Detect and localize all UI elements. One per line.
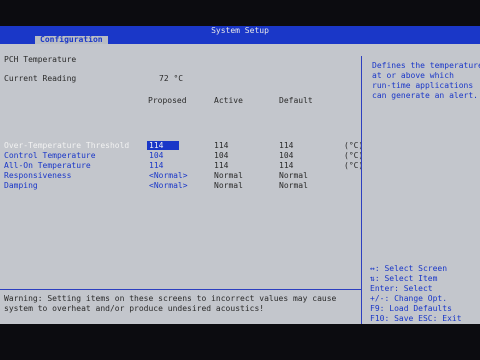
panel-divider [361,56,362,324]
help-line: Defines the temperature [372,61,480,70]
warning-divider [0,289,361,290]
warning-line-2: system to overheat and/or produce undesi… [4,304,265,313]
active-responsiveness: Normal [214,171,243,180]
title-bar: System Setup [0,26,480,35]
column-header-active: Active [214,96,243,105]
help-panel: Defines the temperature at or above whic… [372,61,480,101]
row-label-responsiveness[interactable]: Responsiveness [4,171,71,181]
default-control-temperature: 104 [279,151,294,160]
row-label-damping[interactable]: Damping [4,181,38,191]
key-change-option: +/-: Change Opt. [370,294,448,303]
row-label-control-temperature[interactable]: Control Temperature [4,151,96,161]
key-select-item: ⇅: Select Item [370,274,438,283]
tab-configuration[interactable]: Configuration [35,36,108,44]
active-all-on-temperature: 114 [214,161,229,170]
default-all-on-temperature: 114 [279,161,294,170]
column-header-default: Default [279,96,313,105]
default-damping: Normal [279,181,308,190]
default-over-temperature-threshold: 114 [279,141,294,150]
warning-line-1: Warning: Setting items on these screens … [4,294,337,303]
bios-screen: System Setup Configuration PCH Temperatu… [0,26,480,324]
key-legend: ↔: Select Screen ⇅: Select Item Enter: S… [370,264,478,324]
key-select-screen: ↔: Select Screen [370,264,448,273]
column-header-proposed: Proposed [148,96,187,105]
proposed-all-on-temperature[interactable]: 114 [149,161,163,171]
help-line: can generate an alert. [372,91,478,100]
default-responsiveness: Normal [279,171,308,180]
key-enter-select: Enter: Select [370,284,433,293]
row-label-all-on-temperature[interactable]: All-On Temperature [4,161,91,171]
current-reading-value: 72 °C [159,74,184,83]
key-load-defaults: F9: Load Defaults [370,304,452,313]
proposed-over-temperature-threshold[interactable]: 114 [149,141,163,151]
help-line: at or above which [372,71,454,80]
section-title: PCH Temperature [4,55,77,64]
active-damping: Normal [214,181,243,190]
tab-strip: Configuration [0,35,480,44]
active-over-temperature-threshold: 114 [214,141,229,150]
key-save-exit: F10: Save ESC: Exit [370,314,462,323]
proposed-responsiveness[interactable]: <Normal> [149,171,188,181]
active-control-temperature: 104 [214,151,229,160]
proposed-damping[interactable]: <Normal> [149,181,188,191]
row-label-over-temperature-threshold[interactable]: Over-Temperature Threshold [4,141,129,151]
window-title: System Setup [211,26,269,35]
warning-message: Warning: Setting items on these screens … [4,294,356,314]
help-line: run-time applications [372,81,474,90]
current-reading-label: Current Reading [4,74,77,83]
proposed-control-temperature[interactable]: 104 [149,151,163,161]
